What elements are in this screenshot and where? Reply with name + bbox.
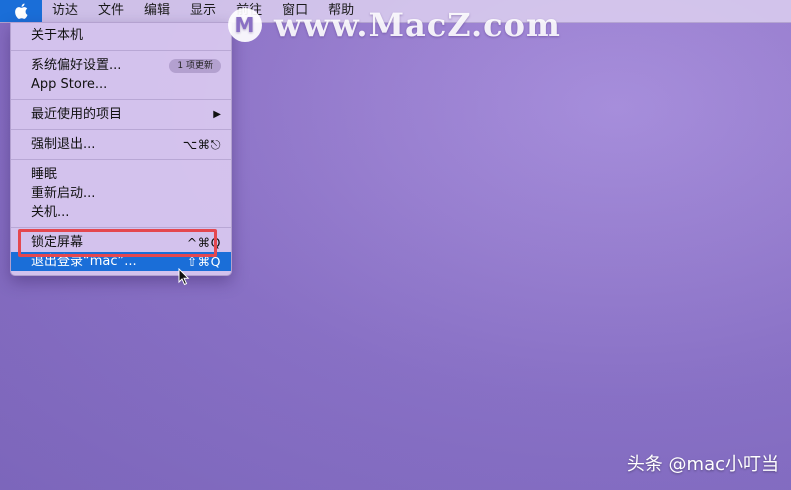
watermark-text: www.MacZ.com — [274, 6, 561, 44]
menu-edit[interactable]: 编辑 — [134, 0, 180, 22]
update-badge: 1 项更新 — [169, 58, 221, 73]
menu-item-restart[interactable]: 重新启动... — [11, 184, 231, 203]
menu-item-system-preferences[interactable]: 系统偏好设置... 1 项更新 — [11, 56, 231, 75]
menu-view[interactable]: 显示 — [180, 0, 226, 22]
macz-logo-icon: M — [228, 8, 262, 42]
menu-item-force-quit[interactable]: 强制退出... ⌥⌘⎋ — [11, 135, 231, 154]
shortcut-label: ⌥⌘⎋ — [182, 137, 221, 152]
logo-letter: M — [234, 13, 256, 37]
shortcut-label: ⇧⌘Q — [186, 254, 221, 269]
menu-item-app-store[interactable]: App Store... — [11, 75, 231, 94]
menu-item-label: App Store... — [31, 77, 108, 92]
menu-item-label: 强制退出... — [31, 137, 96, 152]
menu-finder[interactable]: 访达 — [42, 0, 88, 22]
menu-item-label: 睡眠 — [31, 167, 58, 182]
menu-item-label: 重新启动... — [31, 186, 96, 201]
menu-item-label: 最近使用的项目 — [31, 107, 123, 122]
menu-separator — [11, 50, 231, 51]
menu-separator — [11, 129, 231, 130]
menu-item-label: 系统偏好设置... — [31, 58, 122, 73]
submenu-arrow-icon: ▶ — [213, 109, 221, 120]
menu-file[interactable]: 文件 — [88, 0, 134, 22]
apple-menu-dropdown: 关于本机 系统偏好设置... 1 项更新 App Store... 最近使用的项… — [10, 22, 232, 276]
menu-separator — [11, 227, 231, 228]
menu-item-sleep[interactable]: 睡眠 — [11, 165, 231, 184]
menu-item-label: 关机... — [31, 205, 70, 220]
menu-item-label: 退出登录“mac”... — [31, 254, 137, 269]
source-credit: 头条 @mac小叮当 — [626, 454, 779, 475]
shortcut-label: ^⌘Q — [186, 235, 221, 250]
watermark: M www.MacZ.com — [228, 6, 561, 44]
menu-item-label: 关于本机 — [31, 28, 84, 43]
menu-item-logout[interactable]: 退出登录“mac”... ⇧⌘Q — [11, 252, 231, 271]
menu-separator — [11, 99, 231, 100]
menu-item-shutdown[interactable]: 关机... — [11, 203, 231, 222]
apple-icon — [15, 3, 28, 19]
menu-item-about[interactable]: 关于本机 — [11, 26, 231, 45]
menu-item-label: 锁定屏幕 — [31, 235, 84, 250]
menu-separator — [11, 159, 231, 160]
menu-item-lock-screen[interactable]: 锁定屏幕 ^⌘Q — [11, 233, 231, 252]
menu-item-recent-items[interactable]: 最近使用的项目 ▶ — [11, 105, 231, 124]
apple-menu-button[interactable] — [0, 0, 42, 22]
mouse-cursor-icon — [178, 268, 190, 286]
